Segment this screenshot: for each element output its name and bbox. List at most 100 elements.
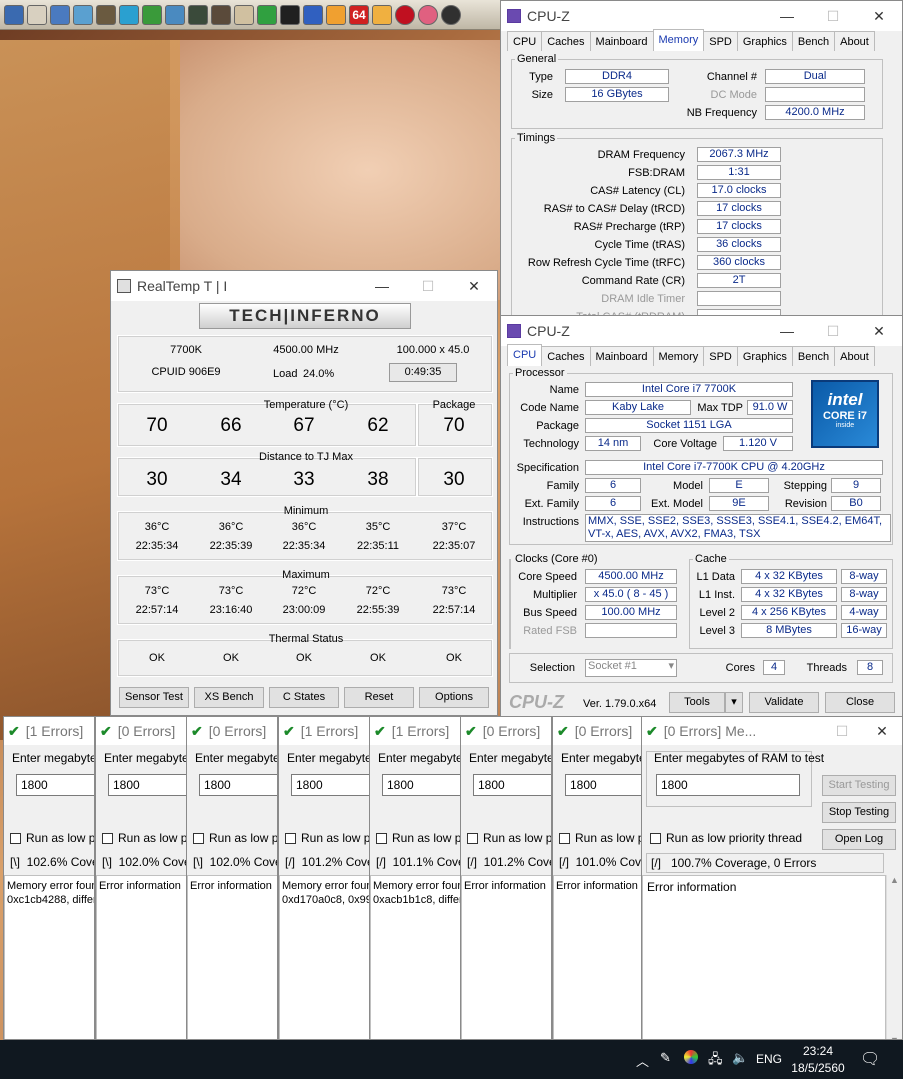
tab-caches[interactable]: Caches xyxy=(541,346,591,366)
volume-icon[interactable]: 🔈 xyxy=(732,1050,748,1066)
maximize-button[interactable]: ☐ xyxy=(405,278,451,295)
realtemp-xs-bench-button[interactable]: XS Bench xyxy=(194,687,264,708)
open-log-button[interactable]: Open Log xyxy=(822,829,896,850)
clock-time[interactable]: 23:24 xyxy=(790,1044,846,1058)
error-log: Memory error found 0xc1cb4288, differ xyxy=(4,875,95,1039)
network-icon[interactable]: 🖧 xyxy=(708,1050,723,1072)
tab-cpu[interactable]: CPU xyxy=(507,344,543,366)
app-icon[interactable] xyxy=(211,4,231,25)
ram-input[interactable]: 1800 xyxy=(291,774,369,796)
tab-about[interactable]: About xyxy=(834,31,875,51)
tools-dropdown-button[interactable]: ▾ xyxy=(725,692,743,713)
app-icon[interactable] xyxy=(326,4,346,25)
clock-date[interactable]: 18/5/2560 xyxy=(786,1061,850,1075)
validate-button[interactable]: Validate xyxy=(749,692,819,713)
package-title: Package xyxy=(432,399,476,411)
ram-input[interactable]: 1800 xyxy=(565,774,641,796)
close-button[interactable]: ✕ xyxy=(856,323,902,340)
low-priority-checkbox[interactable] xyxy=(376,833,387,844)
app-icon[interactable] xyxy=(303,4,323,25)
close-button[interactable]: ✕ xyxy=(856,8,902,25)
minimize-button[interactable]: — xyxy=(359,278,405,295)
selection-dropdown[interactable]: Socket #1 ▾ xyxy=(585,659,677,677)
error-info-text: Error information xyxy=(190,880,272,892)
low-priority-checkbox[interactable] xyxy=(467,833,478,844)
close-button[interactable]: ✕ xyxy=(451,278,497,295)
app-icon[interactable] xyxy=(96,4,116,25)
realtemp-c-states-button[interactable]: C States xyxy=(269,687,339,708)
tab-bench[interactable]: Bench xyxy=(791,31,836,51)
techinferno-logo[interactable]: TECH|INFERNO xyxy=(199,303,411,329)
chevron-up-icon[interactable]: ︿ xyxy=(636,1051,649,1070)
ram-input[interactable]: 1800 xyxy=(382,774,460,796)
tab-mainboard[interactable]: Mainboard xyxy=(589,346,654,366)
ram-input[interactable]: 1800 xyxy=(16,774,94,796)
app-icon[interactable] xyxy=(73,4,93,25)
app-icon[interactable] xyxy=(395,4,415,25)
app-icon[interactable] xyxy=(441,4,461,25)
low-priority-checkbox[interactable] xyxy=(285,833,296,844)
low-priority-label: Run as low pri xyxy=(392,831,461,845)
maximize-button[interactable]: ☐ xyxy=(810,8,856,25)
tab-about[interactable]: About xyxy=(834,346,875,366)
timing-value: 17 clocks xyxy=(697,201,781,216)
app-icon[interactable] xyxy=(257,4,277,25)
ram-input[interactable]: 1800 xyxy=(108,774,186,796)
app-icon[interactable] xyxy=(234,4,254,25)
tray-color-icon[interactable] xyxy=(684,1050,698,1064)
maximize-button[interactable]: ☐ xyxy=(822,723,862,740)
realtemp-reset-button[interactable]: Reset xyxy=(344,687,414,708)
app-icon[interactable] xyxy=(27,4,47,25)
scroll-up-icon[interactable]: ▲ xyxy=(890,875,899,885)
app-icon[interactable] xyxy=(4,4,24,25)
app-icon[interactable] xyxy=(165,4,185,25)
app-icon[interactable] xyxy=(372,4,392,25)
tab-graphics[interactable]: Graphics xyxy=(736,346,793,366)
stepping-label: Stepping xyxy=(783,480,827,492)
maximize-button[interactable]: ☐ xyxy=(810,323,856,340)
scrollbar[interactable]: ▲ ▼ xyxy=(886,875,902,1039)
close-button[interactable]: ✕ xyxy=(862,723,902,740)
start-testing-button[interactable]: Start Testing xyxy=(822,775,896,796)
ram-input[interactable]: 1800 xyxy=(199,774,277,796)
timer-display[interactable]: 0:49:35 xyxy=(389,363,457,382)
low-priority-checkbox[interactable] xyxy=(102,833,113,844)
realtemp-options-button[interactable]: Options xyxy=(419,687,489,708)
tab-cpu[interactable]: CPU xyxy=(507,31,543,51)
cpu-multiplier: 100.000 x 45.0 xyxy=(396,344,470,356)
app-icon[interactable] xyxy=(50,4,70,25)
low-priority-checkbox[interactable] xyxy=(10,833,21,844)
low-priority-checkbox[interactable] xyxy=(193,833,204,844)
realtemp-sensor-test-button[interactable]: Sensor Test xyxy=(119,687,189,708)
low-priority-checkbox[interactable] xyxy=(650,833,661,844)
stop-testing-button[interactable]: Stop Testing xyxy=(822,802,896,823)
low-priority-checkbox[interactable] xyxy=(559,833,570,844)
app-icon[interactable] xyxy=(188,4,208,25)
tab-spd[interactable]: SPD xyxy=(703,346,738,366)
ram-input[interactable]: 1800 xyxy=(656,774,800,796)
minimize-button[interactable]: — xyxy=(764,323,810,340)
app-64-icon[interactable]: 64 xyxy=(349,4,369,25)
minimize-button[interactable]: — xyxy=(764,8,810,25)
app-icon[interactable] xyxy=(119,4,139,25)
tab-bench[interactable]: Bench xyxy=(791,346,836,366)
mult-value: x 45.0 ( 8 - 45 ) xyxy=(585,587,677,602)
app-icon[interactable] xyxy=(142,4,162,25)
notification-icon[interactable]: 🗨 xyxy=(860,1049,880,1069)
tray-app-icon[interactable]: ✎ xyxy=(660,1050,671,1066)
tools-button[interactable]: Tools xyxy=(669,692,725,713)
error-info-text: Memory error found xyxy=(7,880,95,892)
app-icon[interactable] xyxy=(280,4,300,25)
tab-memory[interactable]: Memory xyxy=(652,29,705,51)
max-temp: 73°C xyxy=(218,585,244,597)
tab-graphics[interactable]: Graphics xyxy=(736,31,793,51)
tab-mainboard[interactable]: Mainboard xyxy=(589,31,654,51)
tab-spd[interactable]: SPD xyxy=(703,31,738,51)
ram-input[interactable]: 1800 xyxy=(473,774,551,796)
tab-caches[interactable]: Caches xyxy=(541,31,591,51)
app-icon[interactable] xyxy=(418,4,438,25)
cache-level-label: L1 Inst. xyxy=(698,589,735,601)
language-indicator[interactable]: ENG xyxy=(756,1052,782,1066)
tab-memory[interactable]: Memory xyxy=(652,346,705,366)
close-cpuz-button[interactable]: Close xyxy=(825,692,895,713)
